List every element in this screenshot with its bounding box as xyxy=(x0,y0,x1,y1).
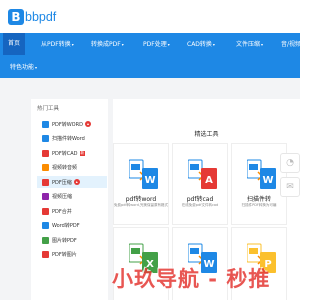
file-icon xyxy=(42,207,49,215)
sidebar-item-label: PDF转WORD xyxy=(52,121,83,128)
logo-text: bbpdf xyxy=(25,10,57,24)
sidebar-item[interactable]: PDF转CAD 新 xyxy=(42,147,106,159)
sidebar-item-label: 视频压缩 xyxy=(52,194,73,200)
nav-from-pdf[interactable]: 从PDF转换▾ xyxy=(41,37,74,52)
sidebar-item-label: PDF转CAD xyxy=(52,150,78,157)
nav-to-pdf[interactable]: 转换成PDF▾ xyxy=(91,37,124,52)
file-icon xyxy=(42,149,49,157)
sidebar-item-label: 图片转PDF xyxy=(52,237,77,244)
file-icon xyxy=(42,236,49,244)
tool-icon: W xyxy=(129,159,158,189)
sidebar-item[interactable]: PDF压缩 ▴ xyxy=(37,176,107,188)
tool-description: 扫描件PDF转换为可编 xyxy=(241,203,277,207)
sidebar-item[interactable]: PDF转图片 xyxy=(42,249,106,261)
sidebar-item-label: PDF转图片 xyxy=(52,252,77,258)
floating-buttons: ◔ ✉ xyxy=(280,153,300,201)
hot-tools-sidebar: 热门工具 PDF转WORD ▴ 扫描件转Word PDF转CAD 新视频转音频 PDF压缩… xyxy=(31,99,108,300)
qq-icon[interactable]: ◔ xyxy=(280,153,300,173)
file-icon xyxy=(42,193,49,200)
nav-compress[interactable]: 文件压缩▾ xyxy=(236,37,263,52)
logo-mark: B xyxy=(8,9,24,25)
sidebar-item[interactable]: PDF合并 xyxy=(42,205,106,217)
tool-name: pdf转cad xyxy=(186,196,214,203)
nav-row-1: 首页 从PDF转换▾ 转换成PDF▾ PDF处理▾ CAD转换▾ 文件压缩▾ 音… xyxy=(0,33,301,55)
chevron-down-icon: ▾ xyxy=(35,65,38,70)
sidebar-item[interactable]: 视频转音频 xyxy=(42,162,106,174)
sidebar-item-label: PDF压缩 xyxy=(52,179,72,186)
watermark: 小玖导航 - 秒推 xyxy=(112,267,271,291)
new-badge: 新 xyxy=(79,150,86,156)
file-icon xyxy=(42,164,49,171)
sidebar-item-label: PDF合并 xyxy=(52,208,72,215)
header: B bbpdf xyxy=(0,0,300,33)
sidebar-item[interactable]: PDF转WORD ▴ xyxy=(42,118,106,130)
chevron-down-icon: ▾ xyxy=(71,42,74,47)
file-icon xyxy=(42,251,49,258)
chevron-down-icon: ▾ xyxy=(261,42,264,47)
sidebar-item[interactable]: 图片转PDF xyxy=(42,234,106,246)
nav-features[interactable]: 特色功能▾ xyxy=(10,60,37,75)
file-icon xyxy=(42,222,49,229)
tool-icon: W xyxy=(247,159,276,189)
nav-row-2: 特色功能▾ xyxy=(0,56,300,78)
sidebar-item-label: 扫描件转Word xyxy=(52,136,85,142)
tool-name: pdf转word xyxy=(125,196,157,203)
tool-icon: A xyxy=(188,159,217,189)
tool-name: 扫描件转 xyxy=(246,196,271,203)
svg-text:W: W xyxy=(144,175,155,186)
tool-card[interactable]: Wpdf转word 免费pdf转word,完美保留原有格式 xyxy=(113,143,169,225)
tool-card[interactable]: Apdf转cad 在线免费pdf文件转cad xyxy=(172,143,228,225)
nav-media[interactable]: 音/视频 xyxy=(281,37,301,52)
tool-description: 在线免费pdf文件转cad xyxy=(181,203,219,207)
chat-icon[interactable]: ✉ xyxy=(280,177,300,197)
nav-cad[interactable]: CAD转换▾ xyxy=(187,37,215,52)
nav-home[interactable]: 首页 xyxy=(3,33,26,55)
sidebar-item[interactable]: Word转PDF xyxy=(42,220,106,232)
site-logo[interactable]: B bbpdf xyxy=(8,9,56,25)
chevron-down-icon: ▾ xyxy=(212,42,215,47)
section-title: 精选工具 xyxy=(194,131,219,138)
tool-description: 免费pdf转word,完美保留原有格式 xyxy=(114,203,168,207)
file-icon xyxy=(42,135,49,142)
chevron-down-icon: ▾ xyxy=(121,42,124,47)
sidebar-item-label: 视频转音频 xyxy=(52,165,78,171)
file-icon xyxy=(42,120,49,128)
hot-badge-icon: ▴ xyxy=(84,121,91,127)
hot-badge-icon: ▴ xyxy=(73,179,80,185)
sidebar-item[interactable]: 扫描件转Word xyxy=(42,133,106,145)
svg-text:A: A xyxy=(205,175,213,186)
tool-card[interactable]: W 扫描件转 扫描件PDF转换为可编 xyxy=(231,143,287,225)
main-nav: 首页 从PDF转换▾ 转换成PDF▾ PDF处理▾ CAD转换▾ 文件压缩▾ 音… xyxy=(0,33,301,78)
file-icon xyxy=(42,178,49,186)
sidebar-title: 热门工具 xyxy=(37,106,60,112)
sidebar-item-label: Word转PDF xyxy=(52,223,80,229)
sidebar-item[interactable]: 视频压缩 xyxy=(42,191,106,203)
svg-text:W: W xyxy=(262,175,273,186)
nav-pdf-tools[interactable]: PDF处理▾ xyxy=(143,37,170,52)
chevron-down-icon: ▾ xyxy=(167,42,170,47)
